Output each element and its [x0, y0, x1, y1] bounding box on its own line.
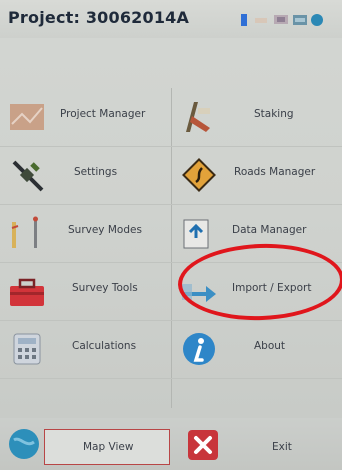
menu-label: Survey Modes	[68, 224, 142, 236]
device-screen: Project: 30062014A Project Manager Staki…	[0, 0, 342, 470]
import-export-icon	[182, 284, 216, 302]
survey-rod-icon	[11, 216, 38, 248]
map-view-icon	[9, 429, 39, 459]
battery-icon	[255, 18, 267, 23]
row-divider	[0, 378, 342, 379]
staking-icon	[186, 102, 210, 132]
menu-label: Calculations	[72, 340, 137, 352]
project-manager-icon	[10, 104, 44, 130]
map-view-label: Map View	[83, 441, 134, 453]
network-icon	[274, 15, 288, 24]
menu-item-staking[interactable]: Staking	[172, 88, 342, 146]
exit-icon[interactable]	[186, 428, 220, 462]
menu-label: Data Manager	[232, 224, 307, 236]
menu-label: About	[254, 340, 286, 352]
menu-item-data-manager[interactable]: Data Manager	[172, 204, 342, 262]
signal-icon	[241, 14, 247, 26]
info-icon	[183, 333, 215, 365]
menu-label: Settings	[74, 166, 118, 178]
row-divider	[0, 262, 342, 263]
menu-item-settings[interactable]: Settings	[0, 146, 171, 204]
menu-label: Project Manager	[60, 108, 146, 120]
map-view-button[interactable]: Map View	[44, 429, 170, 465]
menu-item-import-export[interactable]: Import / Export	[172, 262, 342, 320]
menu-label: Survey Tools	[72, 282, 138, 294]
exit-button[interactable]: Exit	[272, 441, 292, 453]
project-title: Project: 30062014A	[8, 8, 190, 27]
menu-label: Import / Export	[232, 282, 312, 294]
menu-item-calculations[interactable]: Calculations	[0, 320, 171, 378]
menu-label: Staking	[254, 108, 294, 120]
menu-item-survey-modes[interactable]: Survey Modes	[0, 204, 171, 262]
column-divider	[171, 88, 172, 408]
data-manager-icon	[183, 219, 209, 249]
menu-item-about[interactable]: About	[172, 320, 342, 378]
calculator-icon	[13, 333, 41, 365]
satellite-icon	[12, 160, 44, 192]
row-divider	[0, 146, 342, 147]
keyboard-icon	[293, 15, 307, 25]
menu-item-roads-manager[interactable]: Roads Manager	[172, 146, 342, 204]
title-bar: Project: 30062014A	[0, 0, 342, 38]
menu-item-survey-tools[interactable]: Survey Tools	[0, 262, 171, 320]
toolbox-icon	[10, 278, 44, 306]
menu-item-project-manager[interactable]: Project Manager	[0, 88, 171, 146]
road-sign-icon	[182, 158, 216, 192]
globe-icon	[311, 14, 323, 26]
row-divider	[0, 204, 342, 205]
menu-label: Roads Manager	[234, 166, 316, 178]
row-divider	[0, 320, 342, 321]
bottom-toolbar: Map View Exit	[0, 418, 342, 470]
